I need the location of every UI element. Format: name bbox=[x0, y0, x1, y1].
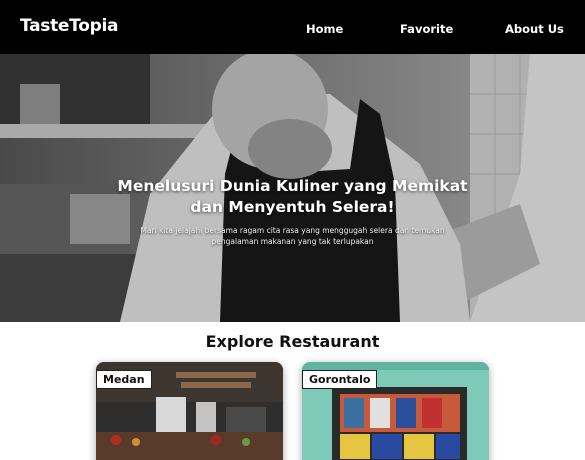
nav-favorite-link[interactable]: Favorite bbox=[400, 22, 453, 36]
navbar: TasteTopia Home Favorite About Us bbox=[0, 0, 585, 54]
brand-logo[interactable]: TasteTopia bbox=[20, 16, 118, 36]
restaurant-card-gorontalo[interactable]: Gorontalo bbox=[302, 362, 489, 460]
card-city-label: Gorontalo bbox=[302, 370, 378, 389]
restaurant-card-medan[interactable]: Medan bbox=[96, 362, 283, 460]
hero-title: Menelusuri Dunia Kuliner yang Memikat da… bbox=[117, 177, 468, 216]
explore-title: Explore Restaurant bbox=[205, 332, 380, 351]
hero-subtitle: Mari kita jelajahi bersama ragam cita ra… bbox=[140, 226, 445, 246]
nav-about-link[interactable]: About Us bbox=[505, 22, 564, 36]
hero-section: Menelusuri Dunia Kuliner yang Memikat da… bbox=[0, 54, 585, 322]
card-city-label: Medan bbox=[96, 370, 152, 389]
nav-home-link[interactable]: Home bbox=[306, 22, 343, 36]
